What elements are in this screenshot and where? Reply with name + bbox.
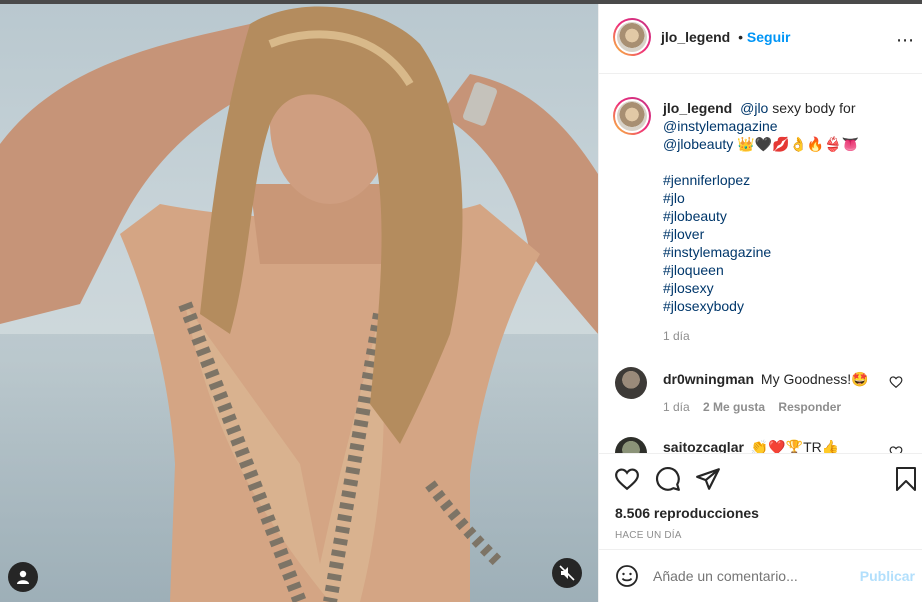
- comment-like-heart-icon[interactable]: [889, 445, 903, 453]
- mention-instylemagazine[interactable]: @instylemagazine: [663, 118, 778, 134]
- publish-button[interactable]: Publicar: [860, 568, 915, 584]
- comment-input[interactable]: [653, 565, 853, 587]
- views-count[interactable]: 8.506 reproducciones: [615, 505, 759, 521]
- author-avatar[interactable]: [613, 18, 651, 56]
- comment-text: 👏❤️🏆TR👍: [750, 439, 840, 453]
- post-side-panel: jlo_legend • Seguir ⋯ jlo_legend @jlo se…: [598, 4, 922, 602]
- user-tag-button[interactable]: [8, 562, 38, 592]
- user-icon: [17, 570, 29, 584]
- like-heart-icon[interactable]: [614, 466, 640, 492]
- comment-bubble-icon[interactable]: [655, 466, 681, 492]
- reply-button[interactable]: Responder: [778, 400, 841, 414]
- caption-text: jlo_legend @jlo sexy body for @instylema…: [663, 99, 913, 345]
- caption-emojis: 👑🖤💋👌🔥👙👅: [733, 136, 860, 152]
- hashtag[interactable]: #jlosexy: [663, 279, 913, 297]
- hashtag[interactable]: #jloqueen: [663, 261, 913, 279]
- mention-jlo[interactable]: @jlo: [740, 100, 768, 116]
- comment-username[interactable]: saitozcaglar: [663, 439, 744, 453]
- commenter-avatar[interactable]: [615, 437, 647, 453]
- comments-section: jlo_legend @jlo sexy body for @instylema…: [599, 75, 922, 453]
- comment-likes[interactable]: 2 Me gusta: [703, 400, 765, 414]
- emoji-smile-icon[interactable]: [615, 564, 639, 588]
- comment-like-heart-icon[interactable]: [889, 375, 903, 389]
- author-username[interactable]: jlo_legend: [661, 29, 730, 45]
- comment-text: My Goodness!🤩: [760, 371, 869, 387]
- hashtag[interactable]: #jlover: [663, 225, 913, 243]
- add-comment-bar: Publicar: [599, 549, 922, 602]
- caption-time[interactable]: 1 día: [663, 327, 913, 345]
- follow-button[interactable]: Seguir: [747, 29, 791, 45]
- mention-jlobeauty[interactable]: @jlobeauty: [663, 136, 733, 152]
- hashtag[interactable]: #jlosexybody: [663, 297, 913, 315]
- commenter-avatar[interactable]: [615, 367, 647, 399]
- post-actions: 8.506 reproducciones HACE UN DÍA: [599, 453, 922, 549]
- video-frame-person: [0, 6, 598, 602]
- hashtag[interactable]: #instylemagazine: [663, 243, 913, 261]
- comment-username[interactable]: dr0wningman: [663, 371, 754, 387]
- comment-meta: 1 día 2 Me gusta Responder: [663, 400, 841, 414]
- more-dots-icon[interactable]: ⋯: [896, 30, 915, 51]
- share-send-icon[interactable]: [695, 466, 721, 492]
- hashtag[interactable]: #jenniferlopez: [663, 171, 913, 189]
- save-bookmark-icon[interactable]: [894, 466, 918, 492]
- mute-button[interactable]: [552, 558, 582, 588]
- hashtag[interactable]: #jlobeauty: [663, 207, 913, 225]
- hashtag[interactable]: #jlo: [663, 189, 913, 207]
- follow-separator: •: [738, 29, 744, 45]
- post-header: jlo_legend • Seguir ⋯: [599, 4, 922, 74]
- caption-username[interactable]: jlo_legend: [663, 100, 732, 116]
- post-video[interactable]: [0, 4, 598, 602]
- caption-body: sexy body for: [768, 100, 856, 116]
- post-date[interactable]: HACE UN DÍA: [615, 530, 682, 541]
- speaker-muted-icon: [559, 565, 575, 581]
- caption-avatar[interactable]: [613, 97, 651, 135]
- comment-item: dr0wningman My Goodness!🤩: [663, 371, 883, 388]
- comment-item: saitozcaglar 👏❤️🏆TR👍: [663, 439, 883, 453]
- comment-time[interactable]: 1 día: [663, 400, 690, 414]
